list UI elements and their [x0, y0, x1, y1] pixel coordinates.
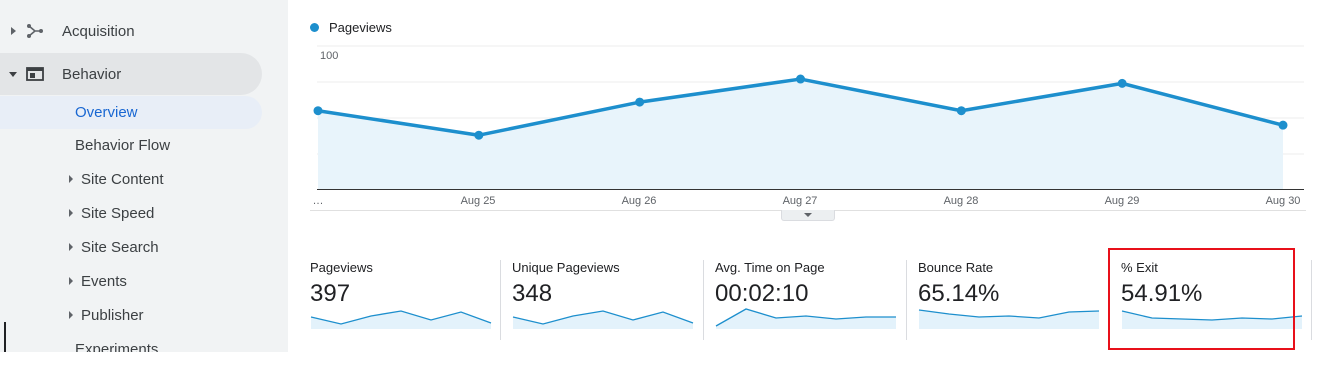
x-tick-label: Aug 30	[1265, 195, 1301, 207]
sparkline-area	[919, 310, 1099, 329]
data-point	[474, 130, 484, 140]
metric-value: 00:02:10	[715, 280, 809, 307]
scroll-indicator	[4, 322, 6, 352]
data-point	[796, 74, 805, 84]
divider	[500, 260, 501, 340]
data-point	[1278, 120, 1288, 130]
data-point	[956, 106, 966, 116]
sidebar-item-events[interactable]: Events	[81, 273, 127, 290]
data-point	[635, 97, 645, 107]
metric-value: 397	[310, 280, 351, 307]
divider	[703, 260, 704, 340]
metric-card-unique-pageviews[interactable]: Unique Pageviews 348	[512, 258, 702, 344]
metric-card-bounce-rate[interactable]: Bounce Rate 65.14%	[918, 258, 1108, 344]
x-tick-label: Aug 29	[1104, 195, 1140, 207]
caret-right-icon	[69, 311, 73, 319]
x-tick-label: Aug 25	[460, 195, 496, 207]
x-tick-label: Aug 26	[621, 195, 657, 207]
highlight-box	[1108, 248, 1295, 350]
metric-label: Avg. Time on Page	[715, 260, 825, 275]
data-point	[1117, 78, 1127, 88]
metric-label: Pageviews	[310, 260, 373, 275]
x-tick-label: Aug 28	[943, 195, 979, 207]
metric-label: Bounce Rate	[918, 260, 994, 275]
sparkline	[310, 310, 492, 329]
sparkline	[715, 308, 896, 329]
x-tick-label: Aug 27	[782, 195, 818, 207]
sidebar-item-publisher[interactable]: Publisher	[81, 307, 144, 324]
metric-label: Unique Pageviews	[512, 260, 620, 275]
x-tick-label: …	[312, 195, 324, 207]
sidebar-item-site-search[interactable]: Site Search	[81, 239, 159, 256]
divider	[906, 260, 907, 340]
divider	[1311, 260, 1312, 340]
collapse-chart-toggle[interactable]	[781, 210, 835, 221]
metric-card-pageviews[interactable]: Pageviews 397	[310, 258, 500, 344]
sparkline	[512, 310, 694, 329]
metric-value: 65.14%	[918, 280, 1000, 307]
sparkline-area	[716, 309, 896, 329]
caret-right-icon	[69, 243, 73, 251]
pageviews-chart	[313, 45, 1304, 190]
caret-right-icon	[69, 277, 73, 285]
metric-value: 348	[512, 280, 553, 307]
sidebar-item-experiments[interactable]: Experiments	[75, 341, 158, 352]
sparkline	[918, 309, 1100, 329]
data-point	[313, 106, 323, 116]
metric-card-avg-time-on-page[interactable]: Avg. Time on Page 00:02:10	[715, 258, 905, 344]
